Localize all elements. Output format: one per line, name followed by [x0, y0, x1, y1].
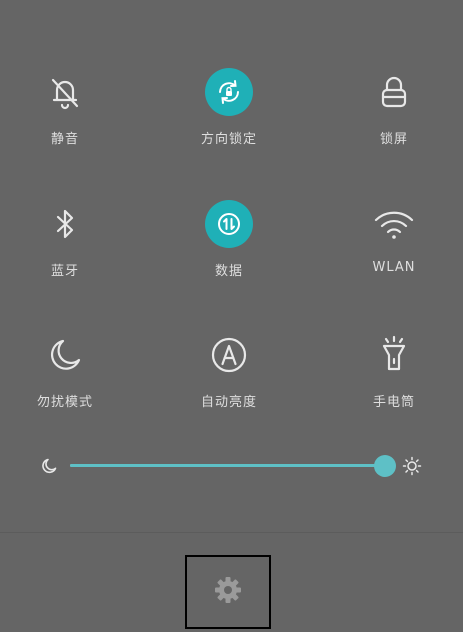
flashlight-icon [370, 331, 418, 379]
tile-lock-screen[interactable]: 锁屏 [329, 68, 459, 158]
gear-icon [213, 575, 243, 609]
moon-icon [41, 331, 89, 379]
brightness-thumb[interactable] [374, 455, 396, 477]
tile-rotation-lock[interactable]: 方向锁定 [164, 68, 294, 158]
tile-label: 手电筒 [372, 395, 415, 410]
tile-auto-brightness[interactable]: 自动亮度 [164, 331, 294, 421]
brightness-slider[interactable] [38, 448, 428, 484]
tile-label: 锁屏 [379, 132, 408, 147]
rotation-lock-icon [205, 68, 253, 116]
lock-icon [370, 68, 418, 116]
tile-wlan[interactable]: WLAN [329, 200, 459, 290]
tile-bluetooth[interactable]: 蓝牙 [0, 200, 130, 290]
tile-label: 数据 [214, 264, 243, 279]
divider [0, 532, 463, 533]
auto-brightness-icon [205, 331, 253, 379]
tile-label: 静音 [50, 132, 79, 147]
sun-icon [402, 456, 422, 480]
tile-silent[interactable]: 静音 [0, 68, 130, 158]
tile-label: 方向锁定 [200, 132, 257, 147]
tile-label: 自动亮度 [200, 395, 257, 410]
tile-mobile-data[interactable]: 数据 [164, 200, 294, 290]
tile-flashlight[interactable]: 手电筒 [329, 331, 459, 421]
tile-label: 蓝牙 [50, 264, 79, 279]
brightness-track[interactable] [70, 455, 396, 477]
tile-label: WLAN [372, 260, 416, 275]
settings-button[interactable] [185, 555, 271, 629]
moon-icon [40, 457, 58, 479]
bell-off-icon [41, 68, 89, 116]
tile-do-not-disturb[interactable]: 勿扰模式 [0, 331, 130, 421]
bluetooth-icon [41, 200, 89, 248]
mobile-data-icon [205, 200, 253, 248]
brightness-fill [70, 464, 385, 467]
wifi-icon [370, 200, 418, 248]
tile-label: 勿扰模式 [36, 395, 93, 410]
